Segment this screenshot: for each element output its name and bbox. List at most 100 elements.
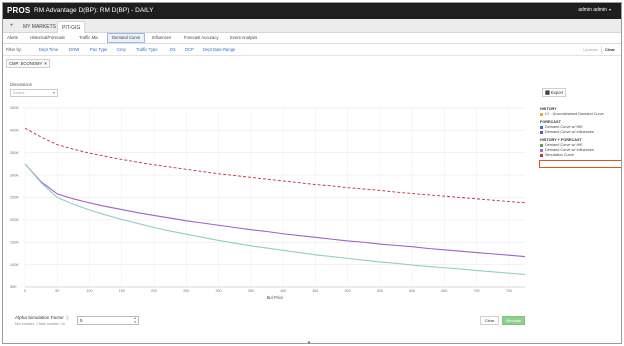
x-tick-label: 150 [119,289,125,293]
legend-swatch [540,148,543,152]
y-tick-label: 250K [10,196,19,200]
filter-traffic-type[interactable]: Traffic Type [136,47,158,52]
chevron-down-icon: ▾ [52,90,55,95]
chip-value: ECONOMY [20,61,43,66]
tab-alerts[interactable]: Alerts [7,33,18,43]
sub-tabs: Alerts Historical/Forecast Traffic Mix D… [3,33,621,44]
tab-demand-curve[interactable]: Demand Curve [107,33,146,43]
alpha-hint: Min number: 1 Max number: 10 [15,322,65,326]
legend-label: Simulation Curve [545,153,574,157]
top-bar: PROS RM Advantage D(BP): RM D(BP) - DAIL… [3,3,621,19]
legend-swatch [540,112,543,116]
y-tick-label: 200K [10,218,19,222]
tab-forecast-accuracy[interactable]: Forecast Accuracy [184,33,218,43]
chart-svg: 50K 100K 150K 200K 250K 300K 350K 400K 450K 0 50 10… [10,106,526,300]
x-tick-label: 700 [474,289,480,293]
legend-item[interactable]: Simulation Curve [540,153,621,158]
plus-icon[interactable]: + [7,22,16,31]
demand-curve-chart: 50K 100K 150K 200K 250K 300K 350K 400K 450K 0 50 10… [3,103,543,303]
filter-dept-date-range[interactable]: Dept Date Range [203,47,235,52]
x-tick-label: 50 [55,289,59,293]
x-axis-label: Bid Price [267,295,284,300]
spinner-icon[interactable]: ▴ ▾ [134,316,136,324]
alpha-label-text: Alpha Simulation Factor [15,315,64,320]
filter-dcp[interactable]: DCP [185,47,194,52]
alpha-factor-input[interactable]: 5 ▴ ▾ [77,316,139,325]
tab-event-analysis[interactable]: Event Analysis [230,33,257,43]
filter-pax-type[interactable]: Pax Type [90,47,107,52]
x-tick-label: 200 [151,289,157,293]
x-tick-label: 0 [24,289,26,293]
y-tick-label: 150K [10,240,19,244]
simulate-button[interactable]: Simulate [502,316,525,325]
filter-dept-time[interactable]: Dept Time [39,47,58,52]
tab-my-markets[interactable]: MY MARKETS [19,21,60,33]
tab-traffic-mix[interactable]: Traffic Mix [79,33,98,43]
filter-dx[interactable]: DX [170,47,176,52]
x-tick-label: 650 [441,289,447,293]
legend-label: Demand Curve w/ HIE [545,125,583,129]
tab-influences[interactable]: Influences [152,33,171,43]
app-title: RM Advantage D(BP): RM D(BP) - DAILY [34,7,154,14]
y-tick-label: 400K [10,129,19,133]
x-tick-label: 250 [183,289,189,293]
alpha-value: 5 [80,318,83,323]
filter-bar: Filter by: Dept Time DOW Pax Type Cmp Tr… [3,44,621,56]
pros-logo: PROS [7,6,31,15]
chevron-down-icon: ▾ [607,7,611,12]
tab-pit-gig[interactable]: PIT-GIG [57,21,86,33]
x-tick-label: 400 [280,289,286,293]
tab-historical-forecast[interactable]: Historical/Forecast [30,33,65,43]
legend-item[interactable]: Demand Curve w/ Influences [540,130,621,135]
y-tick-label: 300K [10,173,19,177]
alpha-simulation-label: Alpha Simulation Factor ⓘ [15,315,69,321]
clear-filters-button[interactable]: Clear [602,46,618,54]
series-line [24,163,526,258]
dimensions-placeholder: Select... [13,90,28,95]
legend-label: LY - Unconstrained Demand Curve [545,112,604,116]
legend-swatch [540,143,543,147]
x-tick-label: 350 [248,289,254,293]
export-button[interactable]: ⬛Export [542,88,566,97]
highlight-box [539,160,621,168]
page-tabs: + MY MARKETS PIT-GIG [3,19,621,33]
info-icon[interactable]: ⓘ [65,315,69,320]
y-tick-label: 50K [10,285,17,289]
x-tick-label: 600 [409,289,415,293]
series-line [24,163,526,276]
chevron-up-icon[interactable]: ▲ [307,339,311,343]
user-menu[interactable]: admin admin ▾ [578,7,611,13]
clear-button[interactable]: Clear [480,316,499,325]
app-window: PROS RM Advantage D(BP): RM D(BP) - DAIL… [2,2,622,344]
legend-label: Demand Curve w/ Influences [545,130,594,134]
y-tick-label: 100K [10,263,19,267]
legend-swatch [540,130,543,134]
series-line [24,127,526,204]
dimensions-select[interactable]: Select... ▾ [10,89,58,97]
filter-chip[interactable]: CMP: ECONOMY × [6,59,50,68]
chart-legend: HISTORY LY - Unconstrained Demand Curve FO… [540,104,621,158]
close-icon[interactable]: × [44,61,46,66]
legend-item[interactable]: LY - Unconstrained Demand Curve [540,112,621,117]
filter-cmp[interactable]: Cmp [117,47,126,52]
y-tick-label: 350K [10,151,19,155]
x-tick-label: 450 [312,289,318,293]
x-tick-label: 550 [377,289,383,293]
legend-swatch [540,153,543,157]
legend-label: Demand Curve w/ HIE [545,143,583,147]
user-name: admin admin [578,7,607,13]
export-label: Export [550,90,564,95]
x-tick-label: 500 [345,289,351,293]
download-icon: ⬛ [544,90,550,95]
chip-prefix: CMP: [9,61,20,66]
filter-label: Filter by: [6,47,23,52]
x-tick-label: 100 [87,289,93,293]
x-tick-label: 750 [506,289,512,293]
legend-label: Demand Curve w/ Influences [545,148,594,152]
updates-button[interactable]: Updates [580,46,602,54]
x-tick-label: 300 [216,289,222,293]
legend-swatch [540,125,543,129]
y-tick-label: 450K [10,106,19,110]
filter-dow[interactable]: DOW [69,47,79,52]
dimensions-label: Dimensions [10,82,32,87]
